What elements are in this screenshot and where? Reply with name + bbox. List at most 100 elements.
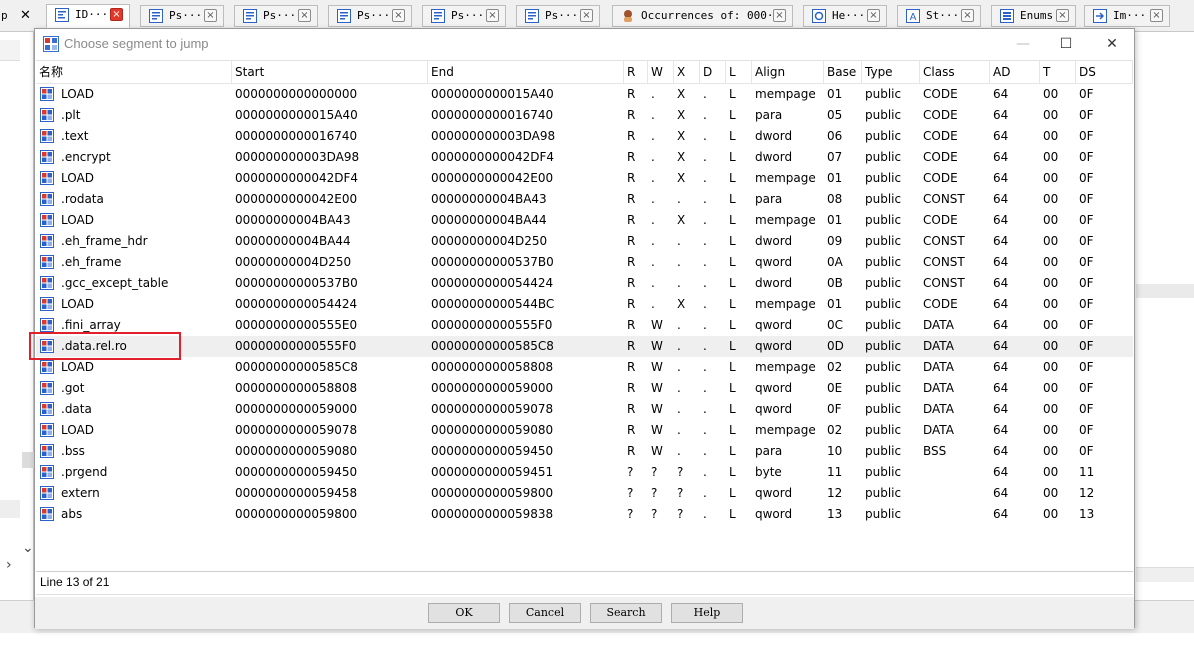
column-header-align[interactable]: Align [752,61,824,83]
cell-l: L [729,171,736,185]
close-button[interactable]: ✕ [1101,34,1123,54]
table-row[interactable]: .eh_frame 00000000004D250 00000000000537B0… [36,252,1133,273]
tab-10[interactable]: Im··· × [1084,5,1170,27]
cell-type: public [865,213,902,227]
tab-close-icon[interactable]: × [1150,9,1163,22]
cell-t: 00 [1043,87,1059,101]
table-row[interactable]: extern 0000000000059458 0000000000059800??… [36,483,1133,504]
column-header-d[interactable]: D [700,61,726,83]
tab-close-icon[interactable]: × [961,9,974,22]
left-pane-scroll-thumb[interactable] [22,452,34,468]
table-row[interactable]: .prgend 0000000000059450 0000000000059451?… [36,462,1133,483]
tab-close-icon[interactable]: × [580,9,593,22]
tab-close-icon[interactable]: × [773,9,786,22]
column-header-ad[interactable]: AD [990,61,1040,83]
cell-r: R [627,402,636,416]
segment-name-cell: .bss [36,441,232,462]
table-row[interactable]: .eh_frame_hdr 00000000004BA44 00000000004D… [36,231,1133,252]
tab-0[interactable]: ID··· × [46,4,130,28]
table-row[interactable]: abs 0000000000059800 0000000000059838???. L… [36,504,1133,525]
cell-l: L [729,486,736,500]
table-row[interactable]: .rodata 0000000000042E00 00000000004BA43 R.… [36,189,1133,210]
column-header-end[interactable]: End [428,61,624,83]
table-row[interactable]: .fini_array 00000000000555E0 0000000000055… [36,315,1133,336]
table-row[interactable]: LOAD 0000000000000000 0000000000015A40 R. X.… [36,84,1133,105]
tab-4[interactable]: Ps··· × [422,5,506,27]
table-row[interactable]: LOAD 0000000000059078 0000000000059080 R W..… [36,420,1133,441]
tab-2[interactable]: Ps··· × [234,5,318,27]
cell-ad: 64 [993,255,1009,269]
cell-l: L [729,276,736,290]
tab-5[interactable]: Ps··· × [516,5,600,27]
segment-icon [40,150,54,164]
column-header-x[interactable]: X [674,61,700,83]
segment-name-cell: .gcc_except_table [36,273,232,294]
cell-ad: 64 [993,192,1009,206]
cell-ds: 0F [1079,297,1094,311]
table-row[interactable]: LOAD 00000000004BA43 00000000004BA44 R. X. Lm… [36,210,1133,231]
cell-d: . [703,234,707,248]
column-header-t[interactable]: T [1040,61,1076,83]
cancel-button[interactable]: Cancel [509,603,581,623]
column-header-r[interactable]: R [624,61,648,83]
column-header-w[interactable]: W [648,61,674,83]
column-header-ds[interactable]: DS [1076,61,1133,83]
cell-ds: 0F [1079,87,1094,101]
column-header-class[interactable]: Class [920,61,990,83]
cell-r: R [627,213,636,227]
left-tab-close-icon[interactable]: ✕ [20,8,31,23]
cell-end: 0000000000059450 [431,444,554,458]
tab-7[interactable]: He··· × [803,5,887,27]
tab-close-icon[interactable]: × [1056,9,1069,22]
table-row[interactable]: .plt 0000000000015A40 0000000000016740 R. X.… [36,105,1133,126]
table-row[interactable]: .bss 0000000000059080 0000000000059450 R W..… [36,441,1133,462]
cell-end: 00000000004BA44 [431,213,547,227]
tab-close-icon[interactable]: × [298,9,311,22]
tab-8[interactable]: A St··· × [897,5,981,27]
cell-w: . [651,213,655,227]
search-button[interactable]: Search [590,603,662,623]
ok-button[interactable]: OK [428,603,500,623]
table-row[interactable]: LOAD 0000000000054424 00000000000544BC R. X.… [36,294,1133,315]
column-header-start[interactable]: Start [232,61,428,83]
tab-close-icon[interactable]: × [110,8,123,21]
maximize-button[interactable]: ☐ [1055,34,1077,54]
table-row[interactable]: .text 0000000000016740 000000000003DA98 R. X… [36,126,1133,147]
column-header-type[interactable]: Type [862,61,920,83]
column-header-base[interactable]: Base [824,61,862,83]
tab-close-icon[interactable]: × [204,9,217,22]
cell-t: 00 [1043,276,1059,290]
scroll-right-icon[interactable]: › [6,557,12,573]
table-row[interactable]: LOAD 00000000000585C8 0000000000058808 R W..… [36,357,1133,378]
tab-9[interactable]: Enums × [991,5,1076,27]
left-tab-fragment[interactable]: p [1,9,8,22]
scroll-down-icon[interactable]: ⌄ [22,540,34,556]
cell-class: CODE [923,171,958,185]
left-pane-selected-line [0,500,20,518]
cell-t: 00 [1043,381,1059,395]
dialog-titlebar[interactable]: Choose segment to jump — ☐ ✕ [35,29,1134,59]
segment-name-cell: LOAD [36,84,232,105]
minimize-button[interactable]: — [1012,34,1034,54]
cell-end: 00000000004BA43 [431,192,547,206]
table-row[interactable]: LOAD 0000000000042DF4 0000000000042E00 R. X.… [36,168,1133,189]
table-row[interactable]: .got 0000000000058808 0000000000059000 R W..… [36,378,1133,399]
cell-x: X [677,87,686,101]
tab-1[interactable]: Ps··· × [140,5,224,27]
tab-close-icon[interactable]: × [486,9,499,22]
table-row[interactable]: .gcc_except_table 00000000000537B0 0000000… [36,273,1133,294]
right-pane-scrollbar[interactable] [1136,567,1194,582]
cell-w: . [651,108,655,122]
column-header-name[interactable]: 名称 [36,61,232,83]
left-pane-scroll-stub [0,40,20,61]
cell-ad: 64 [993,507,1009,521]
table-row[interactable]: .encrypt 000000000003DA98 0000000000042DF4… [36,147,1133,168]
table-row[interactable]: .data 0000000000059000 0000000000059078 R W.… [36,399,1133,420]
table-row[interactable]: .data.rel.ro 00000000000555F0 000000000005… [36,336,1133,357]
tab-close-icon[interactable]: × [867,9,880,22]
tab-3[interactable]: Ps··· × [328,5,412,27]
help-button[interactable]: Help [671,603,743,623]
tab-close-icon[interactable]: × [392,9,405,22]
column-header-l[interactable]: L [726,61,752,83]
tab-6[interactable]: Occurrences of: 000··· × [612,5,793,27]
